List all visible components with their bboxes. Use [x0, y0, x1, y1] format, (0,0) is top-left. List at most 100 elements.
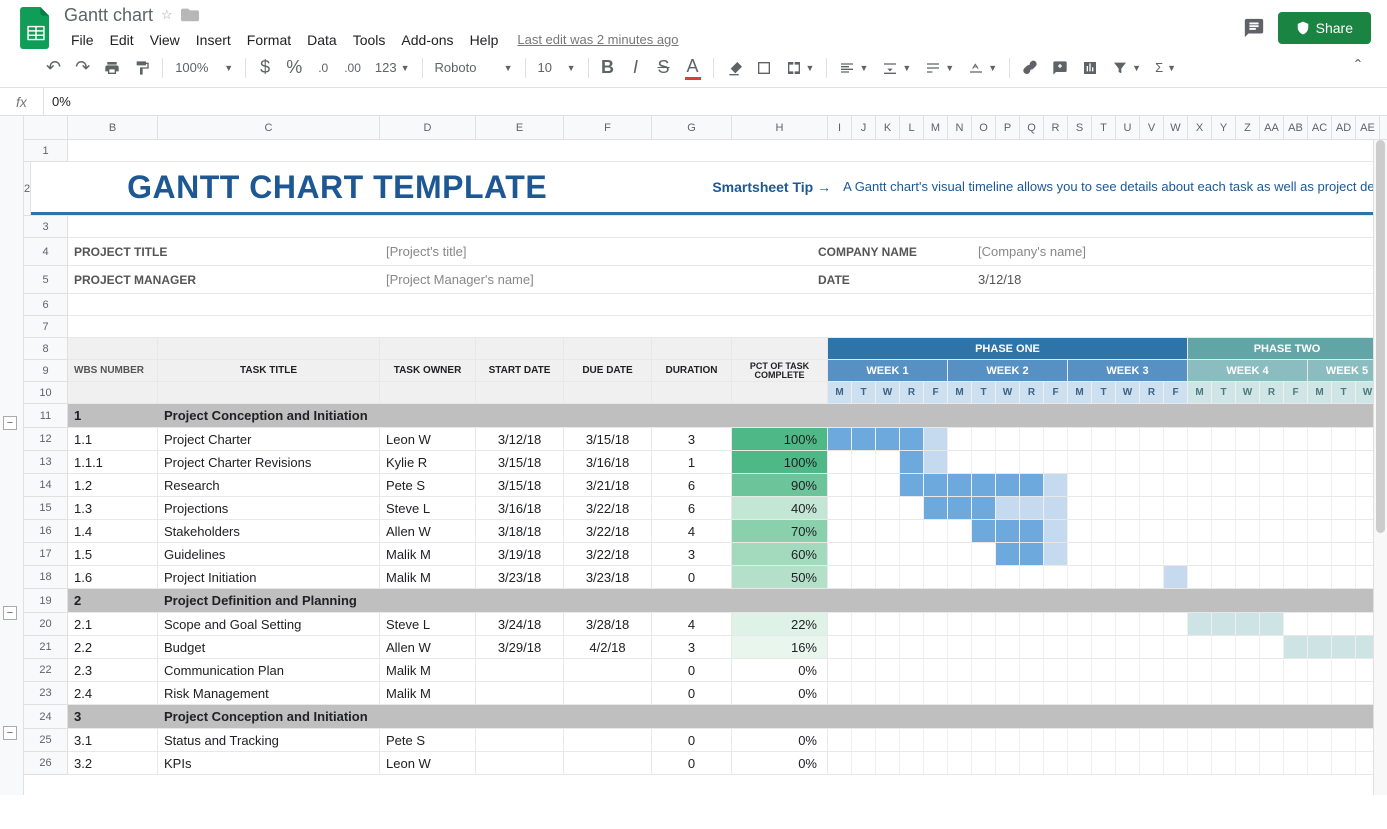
- gantt-cell[interactable]: [1092, 428, 1116, 450]
- cell-pct[interactable]: 90%: [732, 474, 828, 496]
- gantt-cell[interactable]: [1044, 520, 1068, 542]
- gantt-cell[interactable]: [900, 566, 924, 588]
- gantt-cell[interactable]: [1116, 729, 1140, 751]
- cell-task[interactable]: Status and Tracking: [158, 729, 380, 751]
- gantt-cell[interactable]: [1212, 682, 1236, 704]
- gantt-cell[interactable]: [1020, 428, 1044, 450]
- th-task[interactable]: TASK TITLE: [158, 360, 380, 381]
- gantt-cell[interactable]: [1140, 752, 1164, 774]
- col-header[interactable]: K: [876, 116, 900, 139]
- gantt-cell[interactable]: [1092, 613, 1116, 635]
- gantt-cell[interactable]: [1284, 520, 1308, 542]
- gantt-cell[interactable]: [1260, 428, 1284, 450]
- gantt-cell[interactable]: [876, 428, 900, 450]
- cell-task[interactable]: Scope and Goal Setting: [158, 613, 380, 635]
- gantt-cell[interactable]: [1092, 566, 1116, 588]
- gantt-cell[interactable]: [1140, 543, 1164, 565]
- gantt-cell[interactable]: [1020, 613, 1044, 635]
- gantt-cell[interactable]: [1068, 613, 1092, 635]
- menu-addons[interactable]: Add-ons: [394, 28, 460, 52]
- gantt-cell[interactable]: [948, 497, 972, 519]
- percent-icon[interactable]: %: [280, 55, 308, 81]
- gantt-cell[interactable]: [1092, 682, 1116, 704]
- gantt-cell[interactable]: [1116, 543, 1140, 565]
- gantt-cell[interactable]: [1116, 566, 1140, 588]
- th-dur[interactable]: DURATION: [652, 360, 732, 381]
- cell-duration[interactable]: 4: [652, 520, 732, 542]
- link-icon[interactable]: [1016, 55, 1044, 81]
- gantt-cell[interactable]: [1020, 520, 1044, 542]
- col-header[interactable]: P: [996, 116, 1020, 139]
- row-header[interactable]: 20: [24, 613, 68, 636]
- menu-insert[interactable]: Insert: [189, 28, 238, 52]
- gantt-cell[interactable]: [900, 659, 924, 681]
- gantt-cell[interactable]: [1332, 566, 1356, 588]
- gantt-cell[interactable]: [1092, 659, 1116, 681]
- menu-edit[interactable]: Edit: [103, 28, 141, 52]
- cell-duration[interactable]: 3: [652, 428, 732, 450]
- gantt-cell[interactable]: [1044, 729, 1068, 751]
- cell-duration[interactable]: 6: [652, 474, 732, 496]
- gantt-cell[interactable]: [1164, 497, 1188, 519]
- gantt-cell[interactable]: [852, 566, 876, 588]
- day-header[interactable]: R: [1020, 382, 1044, 403]
- gantt-cell[interactable]: [1164, 566, 1188, 588]
- cell-start[interactable]: 3/23/18: [476, 566, 564, 588]
- gantt-cell[interactable]: [1332, 682, 1356, 704]
- gantt-cell[interactable]: [1212, 566, 1236, 588]
- col-header[interactable]: AB: [1284, 116, 1308, 139]
- cell-duration[interactable]: 6: [652, 497, 732, 519]
- gantt-cell[interactable]: [1164, 451, 1188, 473]
- cell-owner[interactable]: Leon W: [380, 752, 476, 774]
- gantt-cell[interactable]: [1260, 729, 1284, 751]
- gantt-cell[interactable]: [852, 497, 876, 519]
- gantt-cell[interactable]: [1308, 682, 1332, 704]
- col-header[interactable]: I: [828, 116, 852, 139]
- proj-manager-value[interactable]: [Project Manager's name]: [380, 266, 812, 293]
- gantt-cell[interactable]: [1164, 682, 1188, 704]
- cell-task[interactable]: Risk Management: [158, 682, 380, 704]
- row-header[interactable]: 18: [24, 566, 68, 589]
- formula-input[interactable]: 0%: [44, 94, 79, 109]
- row-header[interactable]: 26: [24, 752, 68, 775]
- section-title[interactable]: Project Conception and Initiation: [158, 404, 1387, 427]
- th-pct[interactable]: PCT OF TASK COMPLETE: [732, 360, 828, 381]
- week-header[interactable]: WEEK 3: [1068, 360, 1188, 381]
- gantt-cell[interactable]: [948, 451, 972, 473]
- gantt-cell[interactable]: [900, 543, 924, 565]
- gantt-cell[interactable]: [876, 474, 900, 496]
- gantt-cell[interactable]: [900, 752, 924, 774]
- gantt-cell[interactable]: [1188, 520, 1212, 542]
- gantt-cell[interactable]: [1212, 497, 1236, 519]
- cell-pct[interactable]: 100%: [732, 428, 828, 450]
- gantt-cell[interactable]: [924, 659, 948, 681]
- cell-start[interactable]: 3/24/18: [476, 613, 564, 635]
- redo-icon[interactable]: ↷: [69, 55, 96, 81]
- gantt-cell[interactable]: [996, 543, 1020, 565]
- gantt-cell[interactable]: [876, 566, 900, 588]
- gantt-cell[interactable]: [924, 474, 948, 496]
- gantt-cell[interactable]: [1092, 636, 1116, 658]
- cell-wbs[interactable]: 2.4: [68, 682, 158, 704]
- cell-task[interactable]: KPIs: [158, 752, 380, 774]
- gantt-cell[interactable]: [1332, 636, 1356, 658]
- text-color-icon[interactable]: A: [679, 55, 707, 81]
- date-value[interactable]: 3/12/18: [972, 266, 1387, 293]
- gantt-cell[interactable]: [1236, 682, 1260, 704]
- gantt-cell[interactable]: [1020, 729, 1044, 751]
- menu-tools[interactable]: Tools: [346, 28, 393, 52]
- gantt-cell[interactable]: [876, 752, 900, 774]
- day-header[interactable]: M: [1068, 382, 1092, 403]
- gantt-cell[interactable]: [852, 613, 876, 635]
- gantt-cell[interactable]: [1140, 659, 1164, 681]
- cell-owner[interactable]: Malik M: [380, 682, 476, 704]
- insert-chart-icon[interactable]: [1076, 55, 1104, 81]
- gantt-cell[interactable]: [924, 636, 948, 658]
- cell-pct[interactable]: 0%: [732, 752, 828, 774]
- cell-pct[interactable]: 70%: [732, 520, 828, 542]
- currency-icon[interactable]: $: [252, 55, 278, 81]
- gantt-cell[interactable]: [1044, 636, 1068, 658]
- cell-duration[interactable]: 0: [652, 752, 732, 774]
- gantt-cell[interactable]: [1188, 659, 1212, 681]
- day-header[interactable]: F: [924, 382, 948, 403]
